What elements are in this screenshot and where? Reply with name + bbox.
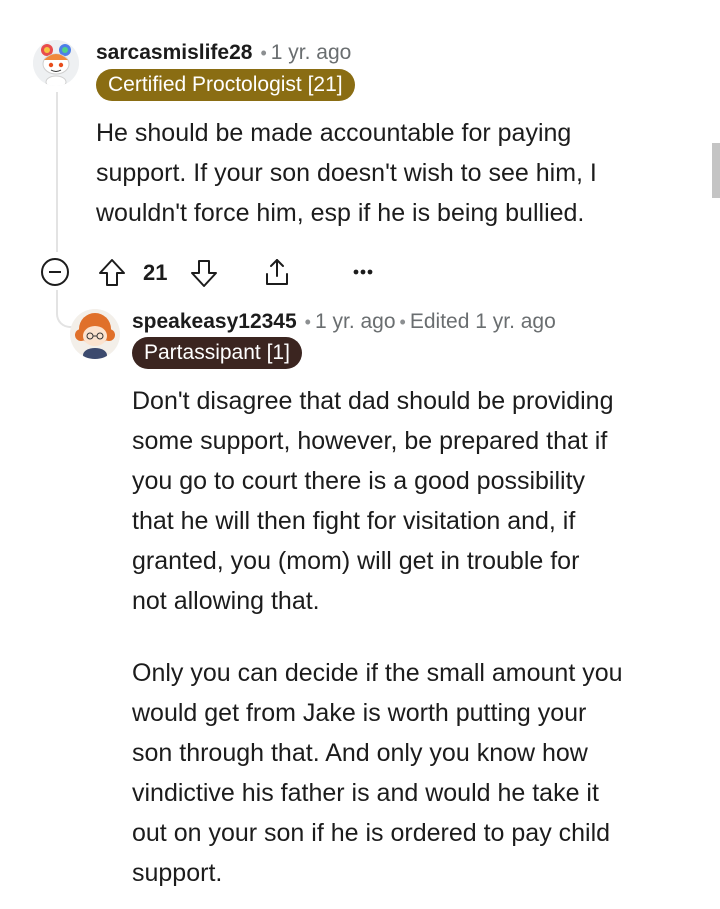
separator-dot: • (399, 312, 406, 332)
snoo-avatar-icon (70, 309, 120, 359)
comment-line: that he will then fight for visitation a… (132, 507, 576, 535)
upvote-button[interactable] (96, 256, 128, 290)
downvote-button[interactable] (188, 256, 220, 290)
timestamp[interactable]: 1 yr. ago (315, 310, 396, 333)
share-button[interactable] (260, 255, 294, 289)
timestamp[interactable]: 1 yr. ago (271, 41, 352, 64)
separator-dot: • (304, 312, 311, 332)
comment-line: not allowing that. (132, 587, 320, 615)
collapse-button[interactable] (40, 257, 70, 287)
comment-line: He should be made accountable for paying (96, 119, 572, 147)
collapse-minus-icon (41, 258, 69, 286)
user-flair: Partassipant [1] (132, 337, 302, 369)
comment-line: vindictive his father is and would he ta… (132, 779, 599, 807)
separator-dot: • (260, 43, 267, 63)
comment-line: would get from Jake is worth putting you… (132, 699, 587, 727)
comment-line: granted, you (mom) will get in trouble f… (132, 547, 580, 575)
comment-header: sarcasmislife28 • 1 yr. ago (96, 38, 351, 68)
comment-line: out on your son if he is ordered to pay … (132, 819, 611, 847)
more-options-icon (353, 269, 373, 275)
vote-score: 21 (143, 260, 168, 285)
share-icon (266, 259, 288, 285)
comment-header: speakeasy12345 • 1 yr. ago • Edited 1 yr. ag… (132, 307, 556, 337)
comment-line: son through that. And only you know how (132, 739, 588, 767)
avatar[interactable] (33, 40, 79, 86)
upvote-arrow-icon (99, 259, 125, 286)
comment-line: some support, however, be prepared that … (132, 427, 608, 455)
comment-line: you go to court there is a good possibil… (132, 467, 586, 495)
snoo-avatar-icon (33, 40, 79, 86)
thread-connector (56, 290, 74, 328)
more-options-button[interactable] (348, 260, 378, 284)
username[interactable]: sarcasmislife28 (96, 41, 252, 64)
avatar[interactable] (70, 309, 120, 359)
comment-line: wouldn't force him, esp if he is being b… (96, 199, 585, 227)
edited-label: Edited 1 yr. ago (409, 310, 556, 333)
scrollbar-thumb[interactable] (712, 143, 720, 198)
thread-line[interactable] (56, 92, 58, 252)
comment-line: support. (132, 859, 223, 887)
comment-line: support. If your son doesn't wish to see… (96, 159, 597, 187)
user-flair: Certified Proctologist [21] (96, 69, 355, 101)
username[interactable]: speakeasy12345 (132, 310, 297, 333)
comment-body: He should be made accountable for paying… (96, 113, 597, 233)
comment-line: Don't disagree that dad should be provid… (132, 387, 614, 415)
downvote-arrow-icon (191, 260, 217, 287)
comment-body: Don't disagree that dad should be provid… (132, 381, 623, 893)
comment-line: Only you can decide if the small amount … (132, 659, 623, 687)
